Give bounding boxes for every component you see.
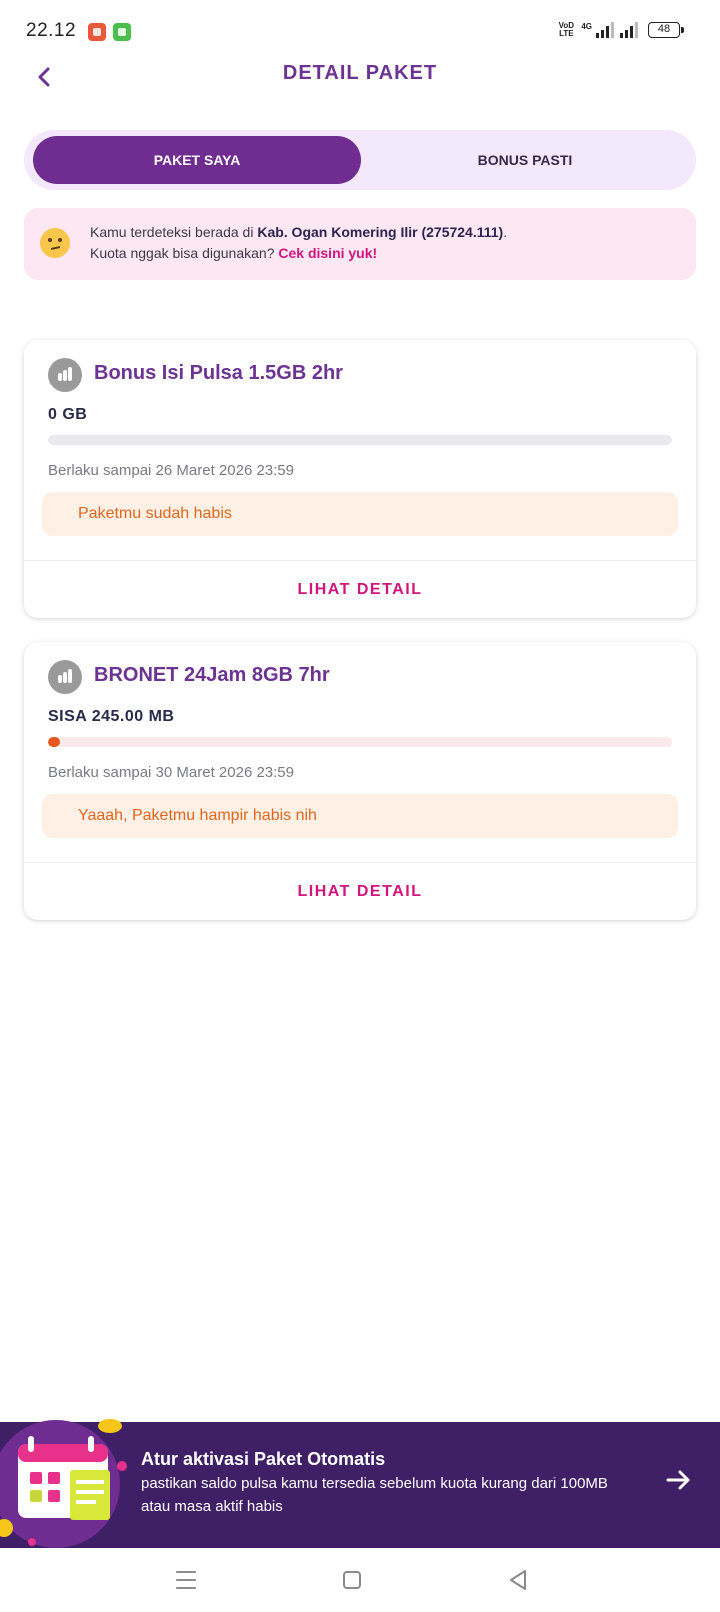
notification-app-icon [88,23,106,41]
banner-description: pastikan saldo pulsa kamu tersedia sebel… [141,1475,608,1515]
status-indicators: VoD LTE 4G 48 [557,21,684,38]
detected-location: Kab. Ogan Komering Ilir (275724.111) [257,224,504,240]
tab-bar: PAKET SAYA BONUS PASTI [24,130,696,190]
data-signal-icon [48,660,82,694]
package-alert: Paketmu sudah habis [42,492,678,536]
network-type-label: 4G [581,22,592,31]
location-notice: Kamu terdeteksi berada di Kab. Ogan Kome… [24,208,696,280]
header: DETAIL PAKET [0,60,720,92]
package-alert: Yaaah, Paketmu hampir habis nih [42,794,678,838]
quota-progress-fill [48,737,61,747]
view-detail-button[interactable]: LIHAT DETAIL [24,561,696,618]
system-nav-bar [0,1548,720,1612]
calendar-illustration-icon [0,1419,127,1548]
thinking-face-icon [40,228,70,258]
system-back-button[interactable] [500,1562,536,1598]
tab-bonus-pasti[interactable]: BONUS PASTI [361,136,689,184]
package-validity: Berlaku sampai 26 Maret 2026 23:59 [48,462,294,479]
square-icon [343,1571,361,1589]
package-remaining: 0 GB [48,406,88,423]
package-card: Bonus Isi Pulsa 1.5GB 2hr 0 GB Berlaku s… [24,340,696,618]
package-validity: Berlaku sampai 30 Maret 2026 23:59 [48,764,294,781]
menu-icon [176,1571,196,1589]
data-signal-icon [48,358,82,392]
home-button[interactable] [334,1562,370,1598]
arrow-right-icon[interactable] [660,1462,696,1498]
notice-suffix: . [503,224,508,240]
page-title: DETAIL PAKET [282,62,438,84]
package-card: BRONET 24Jam 8GB 7hr SISA 245.00 MB Berl… [24,642,696,920]
package-remaining: SISA 245.00 MB [48,708,175,725]
status-bar: 22.12 VoD LTE 4G 48 [0,0,720,64]
quota-progress-bar [48,737,672,747]
triangle-back-icon [510,1570,526,1590]
notification-message-icon [113,23,131,41]
package-name: BRONET 24Jam 8GB 7hr [94,664,330,686]
signal-sim2-icon [620,22,638,38]
check-here-link[interactable]: Cek disini yuk! [278,245,377,261]
recent-apps-button[interactable] [168,1562,204,1598]
view-detail-button[interactable]: LIHAT DETAIL [24,863,696,920]
banner-title: Atur aktivasi Paket Otomatis [141,1449,386,1469]
notice-prefix: Kamu terdeteksi berada di [90,224,258,240]
tab-paket-saya[interactable]: PAKET SAYA [33,136,361,184]
quota-progress-bar [48,435,672,445]
package-name: Bonus Isi Pulsa 1.5GB 2hr [94,362,343,384]
signal-sim1-icon [596,22,614,38]
volte-icon: VoD LTE [558,21,575,38]
notice-question: Kuota nggak bisa digunakan? [90,245,279,261]
location-notice-text: Kamu terdeteksi berada di Kab. Ogan Kome… [90,222,507,264]
auto-package-banner[interactable]: Atur aktivasi Paket Otomatis pastikan sa… [0,1419,720,1548]
battery-icon: 48 [648,22,684,38]
status-time: 22.12 [26,20,77,41]
